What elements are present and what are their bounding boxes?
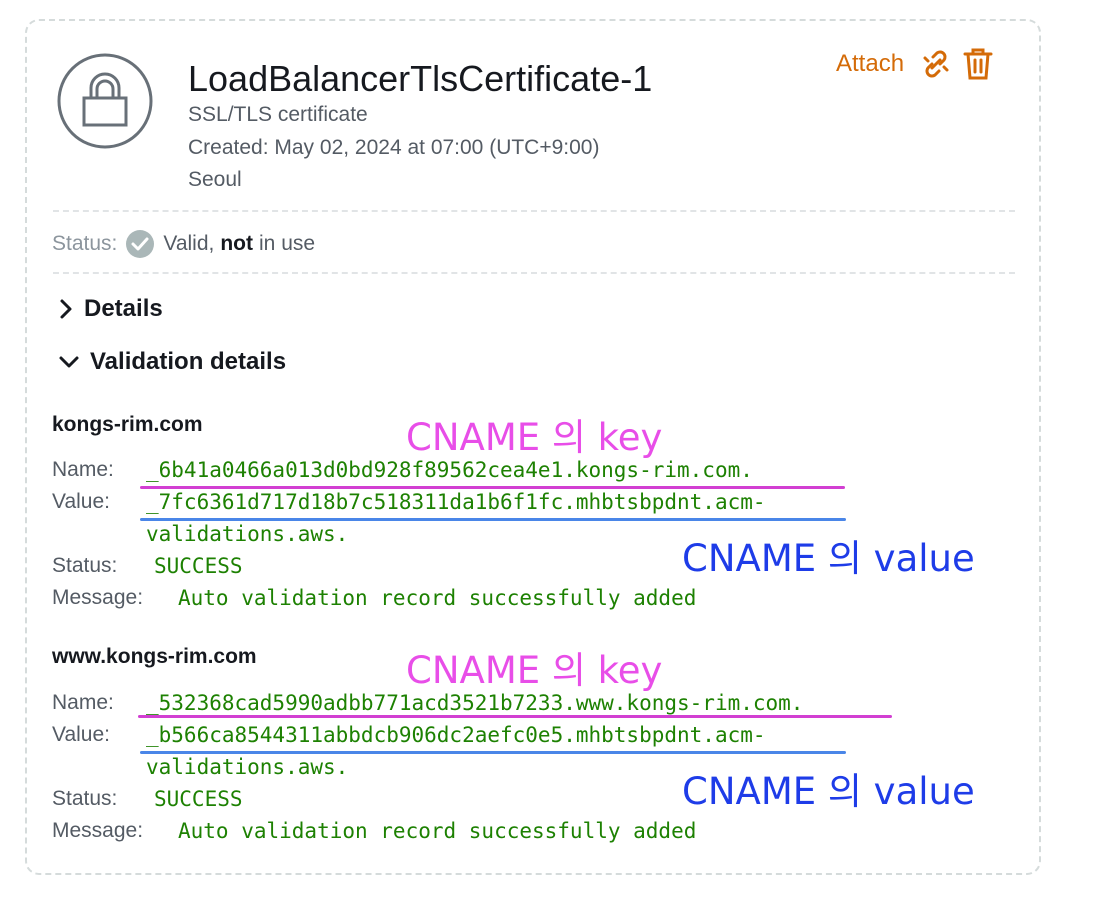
status-label: Status: xyxy=(52,787,118,810)
value-label: Value: xyxy=(52,490,110,513)
trash-icon[interactable] xyxy=(960,46,996,82)
cname-key-annotation: CNAME 의 key xyxy=(406,416,663,459)
check-circle-icon xyxy=(126,230,155,258)
cname-key-annotation: CNAME 의 key xyxy=(406,649,663,692)
status-in-use: in use xyxy=(259,232,316,255)
validation-domain: www.kongs-rim.com xyxy=(52,645,257,668)
record-message: Auto validation record successfully adde… xyxy=(178,819,697,843)
validation-details-label: Validation details xyxy=(90,348,287,375)
chevron-right-icon xyxy=(60,299,72,319)
validation-details-toggle[interactable]: Validation details xyxy=(58,348,286,376)
status-label: Status: xyxy=(52,554,118,577)
name-label: Name: xyxy=(52,691,114,714)
value-underline xyxy=(140,751,846,754)
link-icon[interactable] xyxy=(918,46,954,82)
message-label: Message: xyxy=(52,819,144,842)
record-value-cont: validations.aws. xyxy=(146,522,349,546)
value-underline xyxy=(140,518,846,521)
status-valid: Valid, xyxy=(163,232,215,255)
status-label: Status: xyxy=(52,232,118,255)
record-status: SUCCESS xyxy=(154,554,243,578)
message-label: Message: xyxy=(52,586,144,609)
certificate-name: LoadBalancerTlsCertificate-1 xyxy=(188,58,653,99)
divider xyxy=(53,210,1015,212)
attach-button[interactable]: Attach xyxy=(836,50,904,78)
cname-value-annotation: CNAME 의 value xyxy=(682,770,975,813)
validation-domain: kongs-rim.com xyxy=(52,413,203,436)
record-name: _532368cad5990adbb771acd3521b7233.www.ko… xyxy=(146,691,804,715)
record-name: _6b41a0466a013d0bd928f89562cea4e1.kongs-… xyxy=(146,458,753,482)
divider xyxy=(53,272,1015,274)
value-label: Value: xyxy=(52,723,110,746)
status-row: Status: Valid, not in use xyxy=(52,229,315,259)
key-underline xyxy=(138,715,892,718)
created-date: Created: May 02, 2024 at 07:00 (UTC+9:00… xyxy=(188,136,600,159)
key-underline xyxy=(140,486,845,489)
record-value: _b566ca8544311abbdcb906dc2aefc0e5.mhbtsb… xyxy=(146,723,766,747)
certificate-type: SSL/TLS certificate xyxy=(188,103,368,126)
record-message: Auto validation record successfully adde… xyxy=(178,586,697,610)
lock-icon xyxy=(57,53,153,149)
cname-value-annotation: CNAME 의 value xyxy=(682,537,975,580)
record-value-cont: validations.aws. xyxy=(146,755,349,779)
details-label: Details xyxy=(84,295,163,322)
card-actions: Attach xyxy=(836,44,1002,84)
record-status: SUCCESS xyxy=(154,787,243,811)
region: Seoul xyxy=(188,168,242,191)
chevron-down-icon xyxy=(59,356,79,368)
details-toggle[interactable]: Details xyxy=(58,295,163,323)
record-value: _7fc6361d717d18b7c518311da1b6f1fc.mhbtsb… xyxy=(146,490,766,514)
name-label: Name: xyxy=(52,458,114,481)
status-not: not xyxy=(220,232,254,255)
